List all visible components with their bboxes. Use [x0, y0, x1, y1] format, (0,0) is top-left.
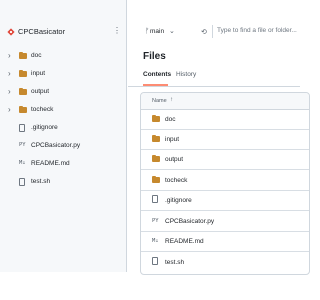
- folder-icon: [152, 134, 160, 142]
- tree-item-label: doc: [31, 52, 42, 59]
- tab-contents[interactable]: Contents: [143, 71, 171, 78]
- markdown-icon: M↓: [19, 160, 26, 166]
- tree-item-label: tocheck: [31, 106, 54, 113]
- repo-name[interactable]: CPCBasicator: [18, 27, 65, 36]
- history-icon[interactable]: ⟲: [201, 28, 207, 36]
- folder-icon: [152, 114, 160, 122]
- tree-item-label: .gitignore: [31, 124, 58, 131]
- table-row[interactable]: output: [141, 150, 309, 170]
- tree-item-gitignore[interactable]: .gitignore: [0, 121, 126, 137]
- files-table: Name ↑ doc input output tocheck .gitigno…: [140, 92, 310, 275]
- row-label[interactable]: output: [165, 156, 183, 163]
- chevron-right-icon[interactable]: ›: [8, 70, 11, 78]
- tree-item-cpcbasicator-py[interactable]: PY CPCBasicator.py: [0, 139, 126, 155]
- column-header-name[interactable]: Name: [152, 98, 167, 104]
- file-icon: [19, 178, 27, 186]
- repo-icon: [7, 28, 15, 36]
- tree-item-label: output: [31, 88, 50, 95]
- table-row[interactable]: M↓ README.md: [141, 232, 309, 252]
- row-label[interactable]: CPCBasicator.py: [165, 218, 214, 225]
- chevron-right-icon[interactable]: ›: [8, 106, 11, 114]
- folder-icon: [19, 87, 27, 96]
- folder-icon: [152, 175, 160, 183]
- python-file-icon: PY: [19, 142, 26, 148]
- chevron-down-icon[interactable]: ⌄: [169, 27, 175, 35]
- row-label[interactable]: test.sh: [165, 259, 184, 266]
- file-icon: [19, 124, 27, 132]
- table-row[interactable]: test.sh: [141, 253, 309, 273]
- tree-item-label: README.md: [31, 160, 70, 167]
- chevron-right-icon[interactable]: ›: [8, 52, 11, 60]
- tree-item-tocheck[interactable]: › tocheck: [0, 103, 126, 119]
- tab-history[interactable]: History: [176, 71, 196, 78]
- folder-icon: [19, 105, 27, 114]
- repo-header: CPCBasicator ⋮: [0, 26, 127, 42]
- table-header: Name ↑: [141, 93, 309, 110]
- tree-item-label: test.sh: [31, 178, 51, 185]
- folder-icon: [152, 154, 160, 162]
- row-label[interactable]: README.md: [165, 238, 204, 245]
- table-row[interactable]: tocheck: [141, 171, 309, 191]
- tree-item-output[interactable]: › output: [0, 85, 126, 101]
- file-icon: [152, 257, 158, 266]
- row-label[interactable]: .gitignore: [165, 197, 192, 204]
- python-file-icon: PY: [152, 218, 159, 224]
- kebab-menu-icon[interactable]: ⋮: [113, 26, 121, 35]
- row-label[interactable]: tocheck: [165, 177, 187, 184]
- table-row[interactable]: .gitignore: [141, 191, 309, 211]
- tree-item-input[interactable]: › input: [0, 67, 126, 83]
- tree-item-readme[interactable]: M↓ README.md: [0, 157, 126, 173]
- markdown-icon: M↓: [152, 238, 159, 244]
- file-tree-sidebar: CPCBasicator ⋮ › doc › input › output › …: [0, 0, 127, 272]
- page-title: Files: [143, 51, 166, 62]
- table-row[interactable]: doc: [141, 110, 309, 130]
- sort-arrow-icon[interactable]: ↑: [170, 97, 173, 103]
- tree-item-doc[interactable]: › doc: [0, 49, 126, 65]
- branch-icon: ᚠ: [145, 28, 150, 35]
- search-input[interactable]: Type to find a file or folder...: [212, 25, 312, 38]
- search-placeholder: Type to find a file or folder...: [217, 27, 297, 34]
- top-bar: ᚠ main ⌄ ⟲ Type to find a file or folder…: [128, 25, 300, 40]
- table-row[interactable]: input: [141, 130, 309, 150]
- folder-icon: [19, 69, 27, 78]
- branch-selector[interactable]: main: [150, 28, 164, 35]
- folder-icon: [19, 51, 27, 60]
- tree-item-test-sh[interactable]: test.sh: [0, 175, 126, 191]
- row-label[interactable]: doc: [165, 116, 175, 123]
- main-panel: ᚠ main ⌄ ⟲ Type to find a file or folder…: [128, 0, 310, 300]
- table-row[interactable]: PY CPCBasicator.py: [141, 212, 309, 232]
- tree-item-label: CPCBasicator.py: [31, 142, 81, 149]
- tab-divider: [128, 86, 300, 87]
- row-label[interactable]: input: [165, 136, 179, 143]
- file-icon: [152, 195, 158, 204]
- chevron-right-icon[interactable]: ›: [8, 88, 11, 96]
- tree-item-label: input: [31, 70, 46, 77]
